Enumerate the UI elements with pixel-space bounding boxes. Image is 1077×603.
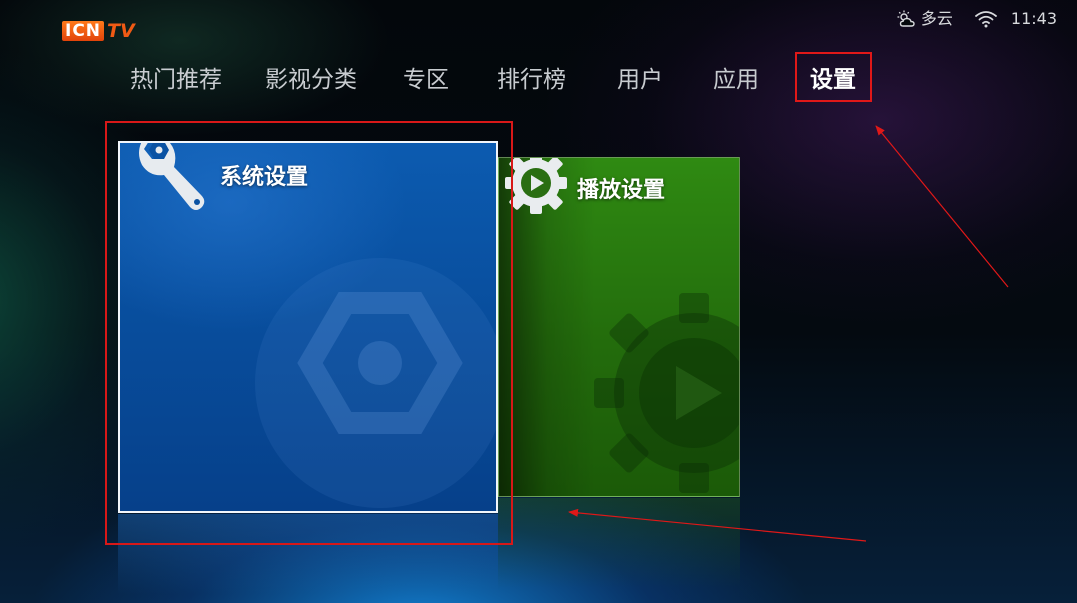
partly-cloudy-icon (897, 10, 915, 27)
top-nav: 热门推荐 影视分类 专区 排行榜 用户 应用 设置 (0, 60, 1077, 100)
nav-item-zones[interactable]: 专区 (403, 60, 449, 100)
settings-tab-highlight-box (795, 52, 872, 102)
tv-settings-screen: ICN TV 多云 11:43 热门推荐 影视分类 专区 排行榜 用户 应用 设… (0, 0, 1077, 603)
system-settings-highlight-box (105, 121, 513, 545)
play-settings-label: 播放设置 (577, 178, 666, 203)
play-settings-tile-reflection (498, 498, 740, 588)
logo-brand: ICN (62, 21, 105, 41)
nav-item-rankings[interactable]: 排行榜 (497, 60, 566, 100)
wifi-icon (974, 11, 997, 28)
nav-item-hot[interactable]: 热门推荐 (130, 60, 222, 100)
nav-item-apps[interactable]: 应用 (713, 60, 759, 100)
gear-play-watermark-icon (594, 293, 739, 493)
clock-time: 11:43 (1010, 9, 1057, 28)
nav-item-user[interactable]: 用户 (617, 60, 663, 100)
logo-suffix: TV (107, 20, 135, 42)
status-bar: 多云 11:43 (897, 8, 1057, 30)
weather-text: 多云 (920, 9, 953, 28)
play-settings-tile[interactable]: 播放设置 (498, 157, 740, 497)
nav-item-categories[interactable]: 影视分类 (265, 60, 357, 100)
annotation-arrow-to-settings-tab (875, 125, 1009, 288)
app-logo: ICN TV (62, 20, 135, 42)
